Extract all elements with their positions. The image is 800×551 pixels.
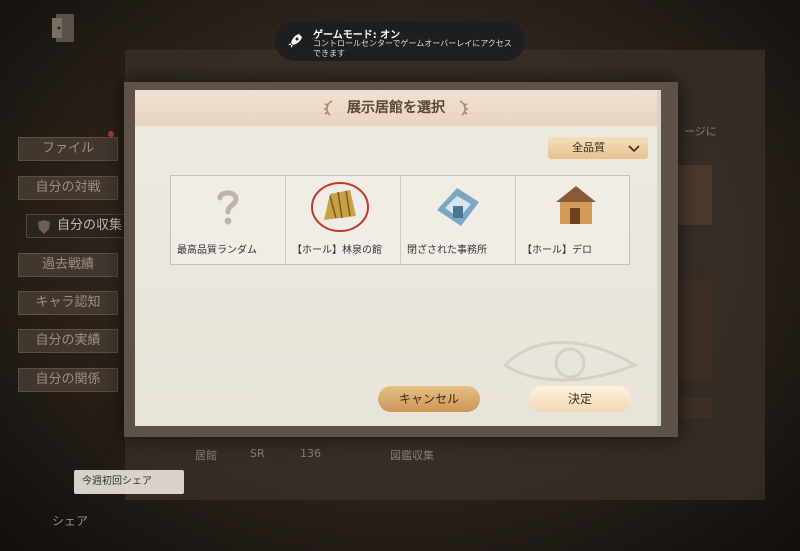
hall-card-label: 【ホール】デロ: [522, 245, 592, 256]
hall-card-dero[interactable]: 【ホール】デロ: [516, 176, 629, 264]
background-thumbnails: [678, 165, 712, 418]
sidebar-item-achievements[interactable]: 自分の実績: [18, 329, 118, 353]
golden-gate-icon: [311, 182, 369, 232]
bg-row-type: 居館: [195, 449, 217, 462]
chevron-down-icon: [628, 145, 640, 152]
hall-card-office[interactable]: 閉ざされた事務所: [401, 176, 516, 264]
sidebar-item-battles[interactable]: 自分の対戦: [18, 176, 118, 200]
confirm-button[interactable]: 決定: [529, 386, 631, 412]
sidebar-item-collection[interactable]: 自分の収集: [26, 214, 126, 238]
hall-icon: [556, 186, 596, 224]
hall-card-label: 閉ざされた事務所: [407, 245, 487, 256]
bg-row-count: 136: [300, 447, 321, 460]
share-badge-label: 今週初回シェア: [82, 476, 152, 487]
sidebar-item-file[interactable]: ファイル: [18, 137, 118, 161]
notification-dot: [108, 131, 114, 137]
sidebar-item-history[interactable]: 過去戦績: [18, 253, 118, 277]
bg-row-collection: 図鑑収集: [390, 449, 434, 462]
quality-filter-dropdown[interactable]: 全品質: [548, 137, 648, 159]
office-icon: [437, 188, 479, 226]
toast-body: コントロールセンターでゲームオーバーレイにアクセスできます: [313, 39, 512, 58]
select-hall-dialog: 展示居館を選択 全品質 最高品質ランダム 【ホール】林泉の館 閉ざされた事務所 …: [135, 90, 661, 426]
game-mode-toast: ゲームモード: オン コントロールセンターでゲームオーバーレイにアクセスできます: [275, 21, 525, 61]
shield-icon: [38, 220, 50, 234]
dialog-title-bar: 展示居館を選択: [135, 90, 657, 126]
hall-card-list: 最高品質ランダム 【ホール】林泉の館 閉ざされた事務所 【ホール】デロ: [170, 175, 630, 265]
laurel-left-icon: [323, 99, 333, 116]
filter-value: 全品質: [572, 141, 605, 154]
laurel-right-icon: [459, 99, 469, 116]
rocket-icon: [288, 34, 302, 48]
share-button[interactable]: シェア: [52, 512, 88, 529]
bg-right-text: ージに: [684, 125, 717, 138]
cancel-button[interactable]: キャンセル: [378, 386, 480, 412]
watermark-emblem: [502, 341, 639, 382]
bg-row-rank: SR: [250, 447, 265, 460]
back-door-icon[interactable]: [48, 10, 82, 46]
dialog-title: 展示居館を選択: [347, 100, 445, 116]
sidebar-item-label: 自分の収集: [57, 218, 123, 233]
hall-card-random[interactable]: 最高品質ランダム: [171, 176, 286, 264]
hall-card-label: 最高品質ランダム: [177, 245, 257, 256]
sidebar-item-characters[interactable]: キャラ認知: [18, 291, 118, 315]
hall-card-linsen[interactable]: 【ホール】林泉の館: [286, 176, 401, 264]
share-badge[interactable]: 今週初回シェア: [74, 470, 184, 494]
sidebar-item-relations[interactable]: 自分の関係: [18, 368, 118, 392]
hall-card-label: 【ホール】林泉の館: [292, 245, 382, 256]
question-mark-icon: [217, 190, 239, 225]
